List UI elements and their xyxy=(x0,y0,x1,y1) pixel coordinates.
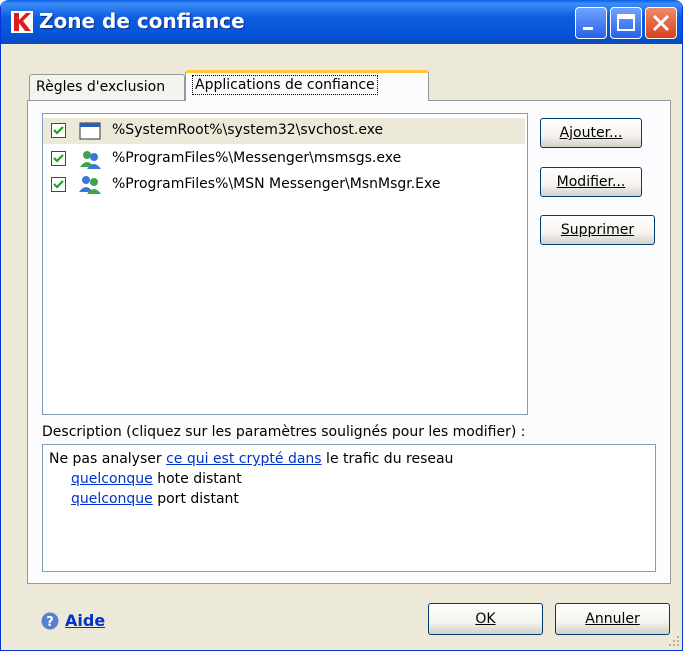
description-text: le trafic du reseau xyxy=(321,451,454,467)
application-path: %SystemRoot%\system32\svchost.exe xyxy=(112,122,384,138)
list-item[interactable]: %ProgramFiles%\Messenger\msmsgs.exe xyxy=(43,146,527,172)
application-path: %ProgramFiles%\MSN Messenger\MsnMsgr.Exe xyxy=(112,176,441,192)
close-button[interactable] xyxy=(645,7,677,39)
trusted-applications-list[interactable]: %SystemRoot%\system32\svchost.exe %Progr… xyxy=(42,113,528,415)
tab-label: Règles d'exclusion xyxy=(36,79,166,95)
enabled-checkbox[interactable] xyxy=(51,177,66,192)
minimize-button[interactable] xyxy=(575,7,607,39)
remote-port-link[interactable]: quelconque xyxy=(71,491,153,507)
list-item[interactable]: %SystemRoot%\system32\svchost.exe xyxy=(43,118,525,144)
tab-exclusion-rules[interactable]: Règles d'exclusion xyxy=(29,74,185,100)
cancel-button-label: Annuler xyxy=(585,611,640,627)
encrypted-traffic-link[interactable]: ce qui est crypté dans xyxy=(166,451,322,467)
ok-button-label: OK xyxy=(475,611,496,627)
checkmark-icon xyxy=(53,126,64,135)
msn-users-icon xyxy=(79,176,101,194)
dialog-window: Zone de confiance Règles d'exclusion App… xyxy=(0,0,683,651)
help-icon[interactable]: ? xyxy=(41,612,59,630)
delete-button-label: Supprimer xyxy=(560,222,635,238)
help-link[interactable]: Aide xyxy=(65,611,105,630)
modify-button[interactable]: Modifier... xyxy=(540,167,642,197)
description-text: Ne pas analyser xyxy=(49,451,167,467)
maximize-button[interactable] xyxy=(610,7,642,39)
window-app-icon xyxy=(79,122,101,140)
add-button[interactable]: Ajouter... xyxy=(540,118,642,148)
description-box: Ne pas analyser ce qui est crypté dans l… xyxy=(42,444,656,572)
tab-trusted-applications[interactable]: Applications de confiance xyxy=(185,70,429,101)
description-line-3: quelconque port distant xyxy=(71,491,239,507)
description-text: hote distant xyxy=(152,471,242,487)
modify-button-label: Modifier... xyxy=(556,174,626,190)
close-icon xyxy=(652,14,670,32)
messenger-users-icon xyxy=(80,151,101,169)
title-bar[interactable]: Zone de confiance xyxy=(1,0,682,44)
window-title: Zone de confiance xyxy=(39,9,245,33)
tab-label: Applications de confiance xyxy=(192,75,378,95)
svg-text:?: ? xyxy=(46,615,54,630)
description-line-1: Ne pas analyser ce qui est crypté dans l… xyxy=(49,451,453,467)
enabled-checkbox[interactable] xyxy=(51,123,66,138)
checkmark-icon xyxy=(53,154,64,163)
delete-button[interactable]: Supprimer xyxy=(540,215,655,245)
minimize-icon xyxy=(583,27,593,30)
list-item[interactable]: %ProgramFiles%\MSN Messenger\MsnMsgr.Exe xyxy=(43,172,527,198)
description-text: port distant xyxy=(152,491,239,507)
application-path: %ProgramFiles%\Messenger\msmsgs.exe xyxy=(112,150,402,166)
description-line-2: quelconque hote distant xyxy=(71,471,242,487)
resize-grip-icon[interactable] xyxy=(669,636,681,648)
description-label: Description (cliquez sur les paramètres … xyxy=(42,424,526,440)
maximize-icon xyxy=(617,14,635,31)
checkmark-icon xyxy=(53,180,64,189)
enabled-checkbox[interactable] xyxy=(51,151,66,166)
add-button-label: Ajouter... xyxy=(559,125,623,141)
kaspersky-logo-icon xyxy=(11,11,33,33)
ok-button[interactable]: OK xyxy=(428,603,543,635)
cancel-button[interactable]: Annuler xyxy=(555,603,670,635)
remote-host-link[interactable]: quelconque xyxy=(71,471,153,487)
